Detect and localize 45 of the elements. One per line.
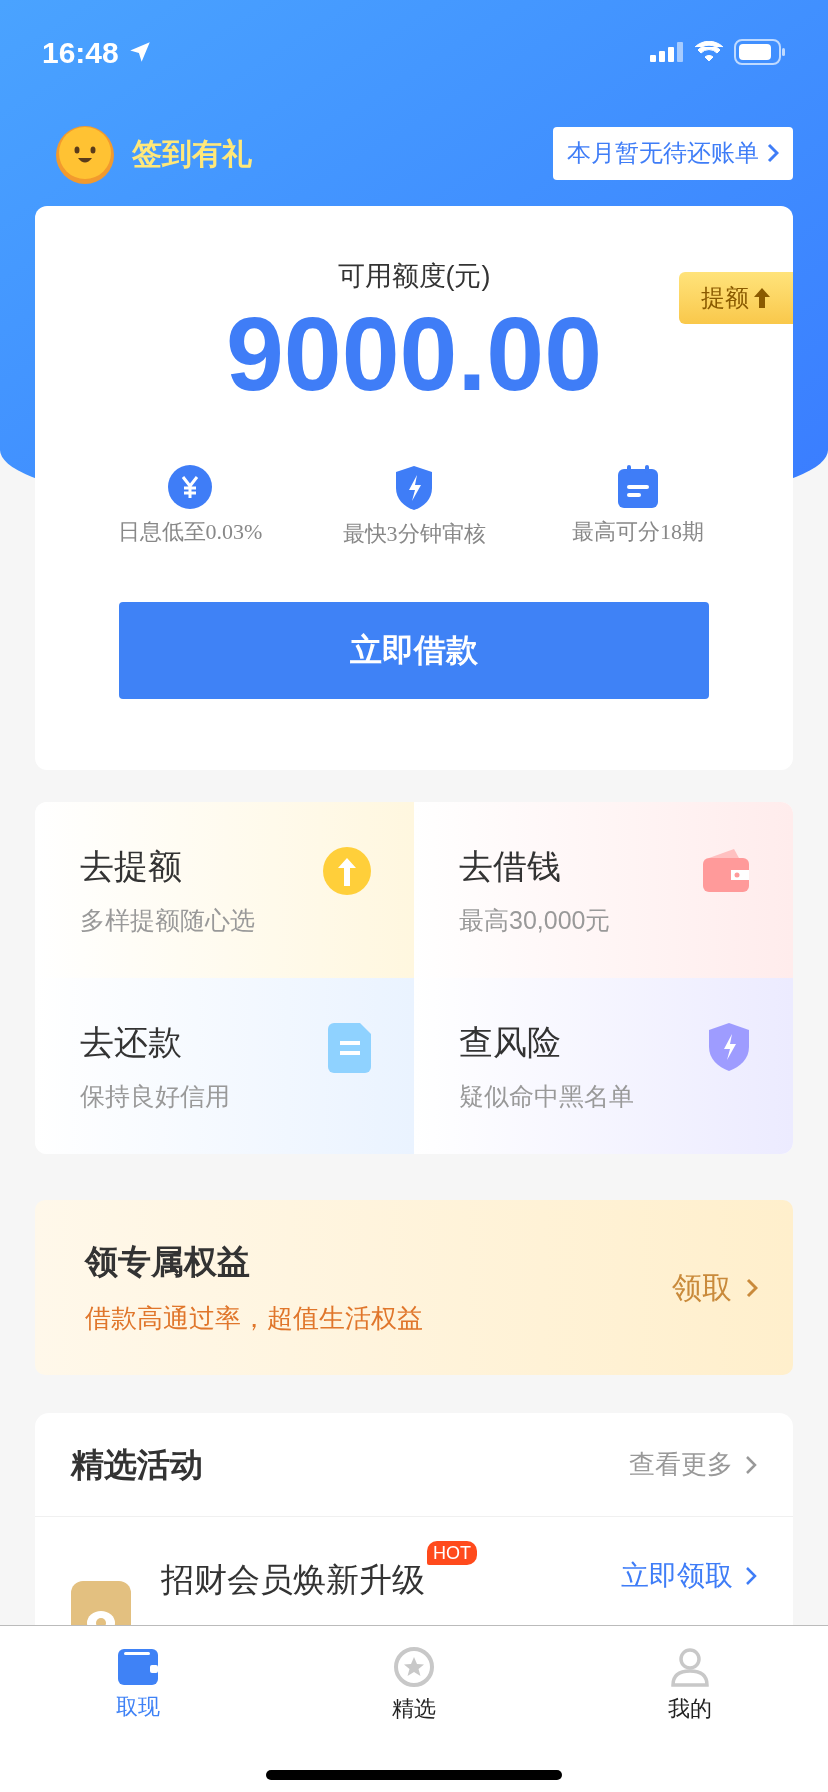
feature-label: 最快3分钟审核 — [342, 519, 486, 548]
quick-action-title: 去借钱 — [459, 845, 561, 887]
claim-now-link[interactable]: 立即领取 — [621, 1555, 733, 1597]
feature-label: 最高可分18期 — [572, 517, 704, 546]
document-icon — [328, 1022, 372, 1074]
chevron-right-icon — [745, 1566, 757, 1586]
wifi-icon — [694, 41, 724, 63]
person-icon — [669, 1646, 711, 1688]
quick-action-subtitle: 保持良好信用 — [80, 1080, 230, 1112]
tab-item[interactable]: 精选 — [276, 1646, 552, 1725]
arrow-up-icon — [753, 287, 771, 309]
yen-coin-icon — [168, 464, 212, 509]
quick-action-title: 去提额 — [80, 845, 182, 887]
chevron-right-icon — [745, 1454, 757, 1475]
bill-status-button[interactable]: 本月暂无待还账单 — [553, 126, 793, 180]
chevron-right-icon — [767, 143, 779, 163]
tab-item[interactable]: 我的 — [552, 1646, 828, 1725]
quick-action-subtitle: 最高30,000元 — [459, 904, 611, 936]
status-time: 16:48 — [42, 34, 119, 71]
checkin-label[interactable]: 签到有礼 — [132, 130, 252, 176]
banner-title: 领专属权益 — [85, 1242, 251, 1283]
see-more-link[interactable]: 查看更多 — [629, 1445, 733, 1484]
activity-title: 招财会员焕新升级 — [161, 1561, 425, 1598]
quick-action-subtitle: 疑似命中黑名单 — [459, 1080, 634, 1112]
benefits-banner[interactable]: 领专属权益 借款高通过率，超值生活权益 领取 — [35, 1200, 793, 1375]
banner-subtitle: 借款高通过率，超值生活权益 — [85, 1301, 423, 1335]
quick-action-title: 去还款 — [80, 1021, 182, 1063]
battery-icon — [734, 39, 786, 65]
signal-icon — [650, 41, 684, 63]
quick-action-subtitle: 多样提额随心选 — [80, 904, 255, 936]
raise-limit-badge[interactable]: 提额 — [679, 272, 793, 324]
feature-label: 日息低至0.03% — [117, 517, 263, 546]
section-title: 精选活动 — [71, 1444, 203, 1485]
calendar-icon — [617, 464, 659, 509]
claim-link[interactable]: 领取 — [672, 1265, 732, 1310]
tab-item[interactable]: 取现 — [0, 1646, 276, 1725]
wallet-icon — [117, 1646, 159, 1686]
credit-amount: 9000.00 — [226, 298, 602, 409]
credit-title: 可用额度(元) — [337, 260, 491, 293]
shield-bolt-icon — [394, 464, 434, 511]
quick-action-title: 查风险 — [459, 1021, 561, 1063]
shield-bolt-icon — [707, 1022, 751, 1072]
borrow-now-button[interactable]: 立即借款 — [119, 601, 709, 699]
hot-badge: HOT — [427, 1541, 477, 1565]
chevron-right-icon — [746, 1277, 758, 1298]
